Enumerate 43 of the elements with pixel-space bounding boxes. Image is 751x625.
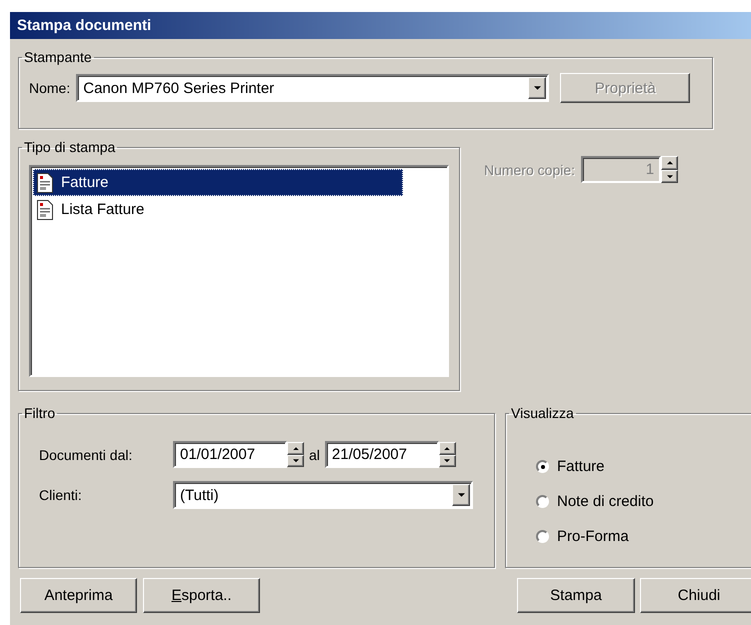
- radio-label: Pro-Forma: [557, 528, 629, 545]
- down-arrow-icon: [534, 86, 541, 90]
- radio-label: Fatture: [557, 458, 605, 475]
- range-label: al: [309, 446, 320, 462]
- date-field[interactable]: 21/05/2007: [324, 441, 439, 468]
- list-item[interactable]: Lista Fatture: [33, 196, 403, 223]
- radio-label: Note di credito: [557, 493, 654, 510]
- radio-button[interactable]: [536, 460, 549, 473]
- radio-button[interactable]: [536, 495, 549, 508]
- dropdown-button[interactable]: [528, 77, 546, 99]
- group-label: Visualizza: [510, 405, 575, 421]
- dropdown-button[interactable]: [452, 484, 470, 506]
- down-arrow-icon: [666, 174, 673, 178]
- date-field[interactable]: 01/01/2007: [173, 441, 287, 468]
- document-icon: [37, 200, 53, 220]
- down-arrow-icon: [458, 493, 464, 497]
- clients-label: Clienti:: [39, 487, 83, 503]
- action-button[interactable]: Esporta..: [143, 578, 260, 613]
- action-button[interactable]: Stampa: [517, 578, 635, 613]
- copies-label: Numero copie:: [484, 162, 576, 178]
- group-label: Tipo di stampa: [23, 139, 116, 155]
- group-label: Stampante: [23, 49, 93, 65]
- name-label: Nome:: [29, 80, 70, 96]
- document-icon: [37, 172, 53, 192]
- down-arrow-icon: [292, 459, 298, 462]
- spin-down-button[interactable]: [661, 170, 678, 183]
- date-label: Documenti dal:: [39, 446, 134, 462]
- window-title: Stampa documenti: [10, 12, 751, 39]
- printer-dropdown[interactable]: Canon MP760 Series Printer: [76, 74, 550, 102]
- spin-down-button[interactable]: [287, 454, 304, 467]
- radio-button[interactable]: [536, 530, 549, 543]
- up-arrow-icon: [444, 446, 450, 450]
- action-button[interactable]: Anteprima: [20, 578, 137, 613]
- clients-dropdown[interactable]: (Tutti): [173, 481, 473, 509]
- down-arrow-icon: [444, 459, 450, 462]
- up-arrow-icon: [292, 446, 298, 450]
- group-label: Filtro: [23, 405, 56, 421]
- spin-up-button[interactable]: [438, 442, 456, 454]
- list-item[interactable]: Fatture: [33, 169, 403, 196]
- spin-up-button[interactable]: [287, 442, 304, 454]
- up-arrow-icon: [666, 161, 673, 164]
- action-button[interactable]: Chiudi: [640, 578, 751, 613]
- spin-up-button[interactable]: [661, 156, 678, 170]
